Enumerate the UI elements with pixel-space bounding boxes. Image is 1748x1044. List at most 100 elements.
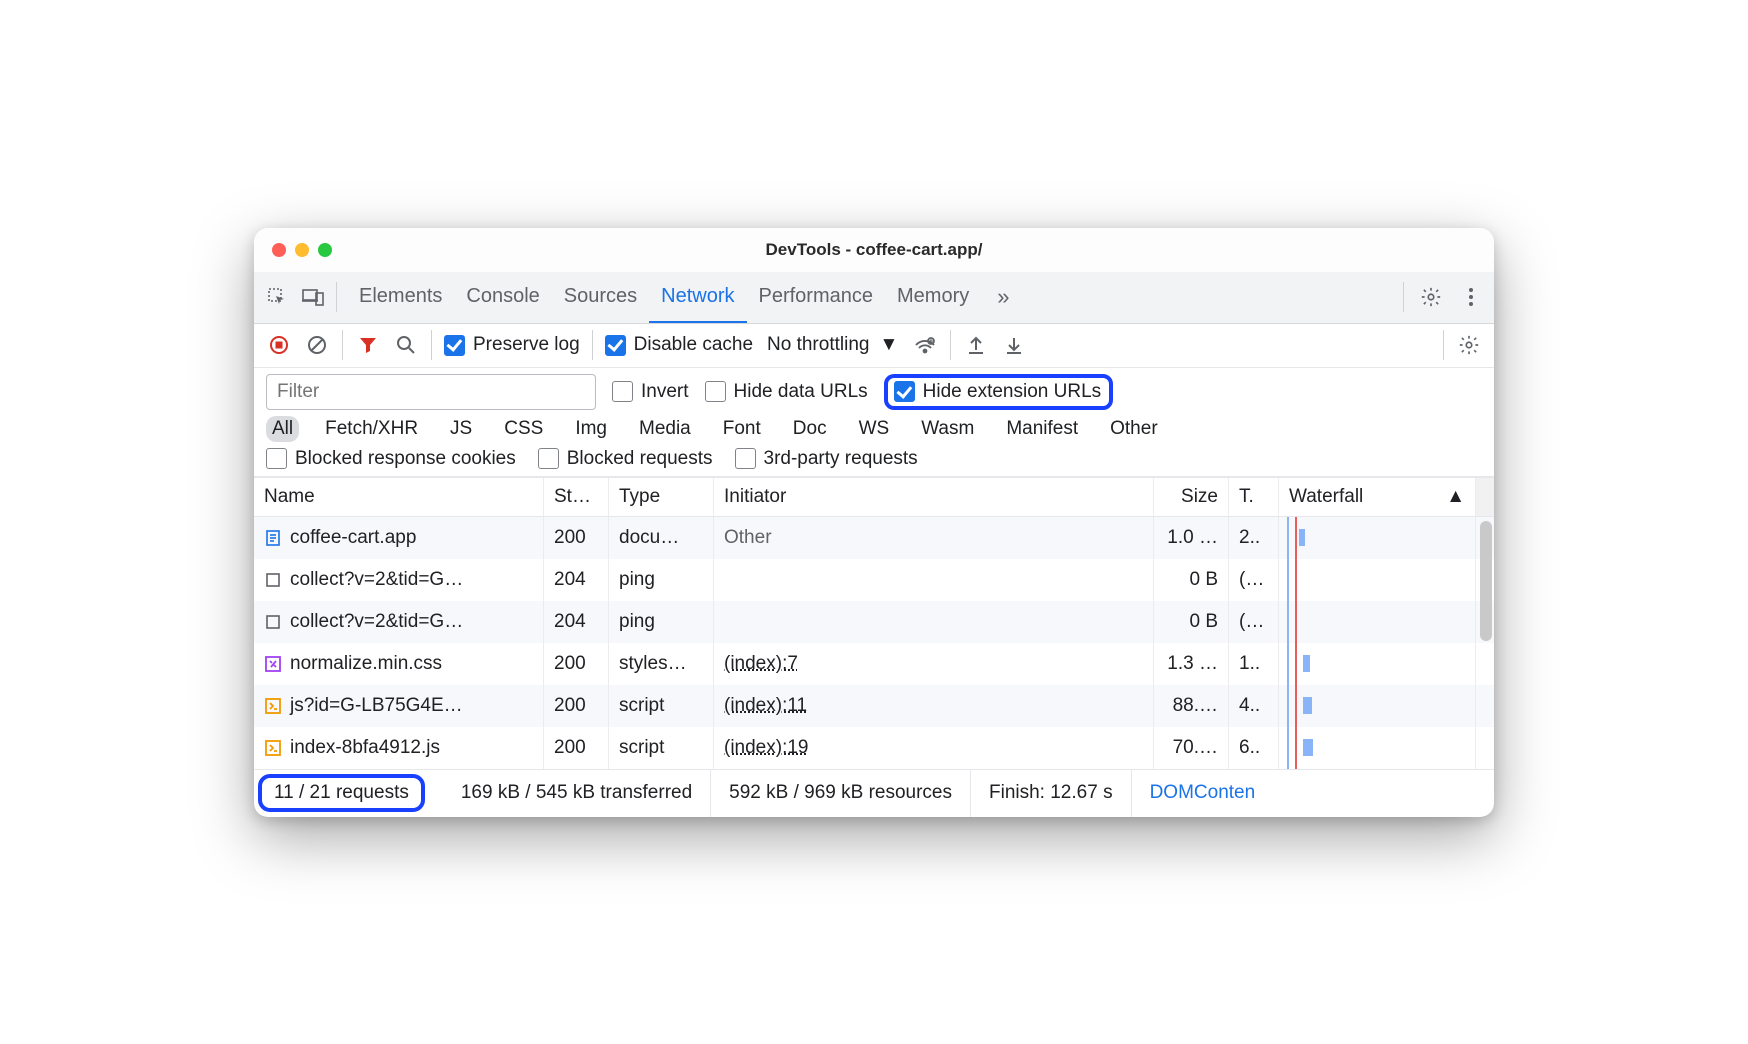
upload-har-icon[interactable]: [963, 332, 989, 358]
divider: [592, 330, 593, 360]
request-waterfall: [1279, 559, 1476, 601]
more-tabs-button[interactable]: »: [991, 284, 1015, 310]
request-type: styles…: [609, 643, 714, 685]
doc-file-icon: [264, 529, 282, 547]
col-initiator[interactable]: Initiator: [714, 478, 1154, 516]
tab-elements[interactable]: Elements: [347, 272, 454, 323]
blocked-requests-label: Blocked requests: [567, 448, 713, 470]
type-filter-fetchxhr[interactable]: Fetch/XHR: [319, 416, 424, 442]
col-name[interactable]: Name: [254, 478, 544, 516]
search-icon[interactable]: [393, 332, 419, 358]
clear-button[interactable]: [304, 332, 330, 358]
network-conditions-icon[interactable]: [912, 332, 938, 358]
request-time: (…: [1229, 559, 1279, 601]
request-initiator[interactable]: (index):11: [714, 685, 1154, 727]
blocked-requests-checkbox[interactable]: Blocked requests: [538, 448, 713, 470]
disable-cache-label: Disable cache: [634, 334, 753, 356]
vertical-scrollbar[interactable]: [1480, 521, 1492, 641]
invert-label: Invert: [641, 381, 689, 403]
row-gutter: [1476, 727, 1494, 769]
table-row[interactable]: normalize.min.css200styles…(index):71.3 …: [254, 643, 1494, 685]
col-size[interactable]: Size: [1154, 478, 1229, 516]
status-domcontent[interactable]: DOMConten: [1132, 770, 1274, 817]
status-requests: 11 / 21 requests: [274, 782, 409, 803]
type-filter-manifest[interactable]: Manifest: [1000, 416, 1084, 442]
divider: [1443, 330, 1444, 360]
table-row[interactable]: index-8bfa4912.js200script(index):1970.……: [254, 727, 1494, 769]
window-controls: [254, 243, 332, 257]
checkbox-icon: [705, 381, 726, 402]
tab-sources[interactable]: Sources: [552, 272, 649, 323]
type-filter-all[interactable]: All: [266, 416, 299, 442]
hide-extension-urls-checkbox[interactable]: Hide extension URLs: [894, 381, 1101, 403]
type-filter-doc[interactable]: Doc: [787, 416, 833, 442]
download-har-icon[interactable]: [1001, 332, 1027, 358]
tabs-row: ElementsConsoleSourcesNetworkPerformance…: [254, 272, 1494, 324]
js-file-icon: [264, 697, 282, 715]
invert-checkbox[interactable]: Invert: [612, 381, 689, 403]
device-toolbar-icon[interactable]: [300, 284, 326, 310]
request-waterfall: [1279, 685, 1476, 727]
type-filter-css[interactable]: CSS: [498, 416, 549, 442]
hide-extension-urls-label: Hide extension URLs: [923, 381, 1101, 403]
request-size: 0 B: [1154, 601, 1229, 643]
col-time[interactable]: T.: [1229, 478, 1279, 516]
type-filter-media[interactable]: Media: [633, 416, 697, 442]
col-type[interactable]: Type: [609, 478, 714, 516]
request-name: index-8bfa4912.js: [290, 737, 440, 759]
checkbox-icon: [894, 381, 915, 402]
close-window-button[interactable]: [272, 243, 286, 257]
third-party-checkbox[interactable]: 3rd-party requests: [735, 448, 918, 470]
network-settings-icon[interactable]: [1456, 332, 1482, 358]
blocked-cookies-checkbox[interactable]: Blocked response cookies: [266, 448, 516, 470]
request-size: 1.0 …: [1154, 517, 1229, 559]
throttling-select[interactable]: No throttling ▼: [765, 332, 900, 358]
checkbox-icon: [735, 448, 756, 469]
status-bar: 11 / 21 requests 169 kB / 545 kB transfe…: [254, 769, 1494, 817]
preserve-log-label: Preserve log: [473, 334, 580, 356]
table-row[interactable]: coffee-cart.app200docu…Other1.0 …2..: [254, 517, 1494, 559]
table-header: Name St… Type Initiator Size T. Waterfal…: [254, 477, 1494, 517]
filter-icon[interactable]: [355, 332, 381, 358]
col-status[interactable]: St…: [544, 478, 609, 516]
table-row[interactable]: collect?v=2&tid=G…204ping0 B(…: [254, 559, 1494, 601]
tab-memory[interactable]: Memory: [885, 272, 981, 323]
filter-input[interactable]: [266, 374, 596, 410]
window-title: DevTools - coffee-cart.app/: [254, 240, 1494, 260]
type-filter-wasm[interactable]: Wasm: [915, 416, 980, 442]
request-waterfall: [1279, 643, 1476, 685]
tab-network[interactable]: Network: [649, 272, 746, 323]
hide-data-urls-checkbox[interactable]: Hide data URLs: [705, 381, 868, 403]
tab-performance[interactable]: Performance: [747, 272, 886, 323]
col-waterfall[interactable]: Waterfall ▲: [1279, 478, 1476, 516]
request-name: collect?v=2&tid=G…: [290, 569, 463, 591]
tab-console[interactable]: Console: [454, 272, 551, 323]
table-row[interactable]: js?id=G-LB75G4E…200script(index):1188.…4…: [254, 685, 1494, 727]
request-initiator[interactable]: (index):19: [714, 727, 1154, 769]
record-button[interactable]: [266, 332, 292, 358]
type-filter-img[interactable]: Img: [569, 416, 613, 442]
divider: [431, 330, 432, 360]
type-filter-font[interactable]: Font: [717, 416, 767, 442]
request-name: coffee-cart.app: [290, 527, 416, 549]
row-gutter: [1476, 643, 1494, 685]
divider: [950, 330, 951, 360]
request-initiator[interactable]: (index):7: [714, 643, 1154, 685]
minimize-window-button[interactable]: [295, 243, 309, 257]
request-size: 0 B: [1154, 559, 1229, 601]
type-filter-js[interactable]: JS: [444, 416, 478, 442]
type-filter-ws[interactable]: WS: [853, 416, 896, 442]
inspect-icon[interactable]: [264, 284, 290, 310]
divider: [1403, 282, 1404, 312]
disable-cache-checkbox[interactable]: Disable cache: [605, 334, 753, 356]
request-status: 204: [544, 601, 609, 643]
table-row[interactable]: collect?v=2&tid=G…204ping0 B(…: [254, 601, 1494, 643]
status-resources: 592 kB / 969 kB resources: [711, 770, 971, 817]
settings-icon[interactable]: [1418, 284, 1444, 310]
checkbox-icon: [605, 335, 626, 356]
preserve-log-checkbox[interactable]: Preserve log: [444, 334, 580, 356]
kebab-menu-icon[interactable]: [1458, 284, 1484, 310]
checkbox-icon: [266, 448, 287, 469]
type-filter-other[interactable]: Other: [1104, 416, 1164, 442]
maximize-window-button[interactable]: [318, 243, 332, 257]
